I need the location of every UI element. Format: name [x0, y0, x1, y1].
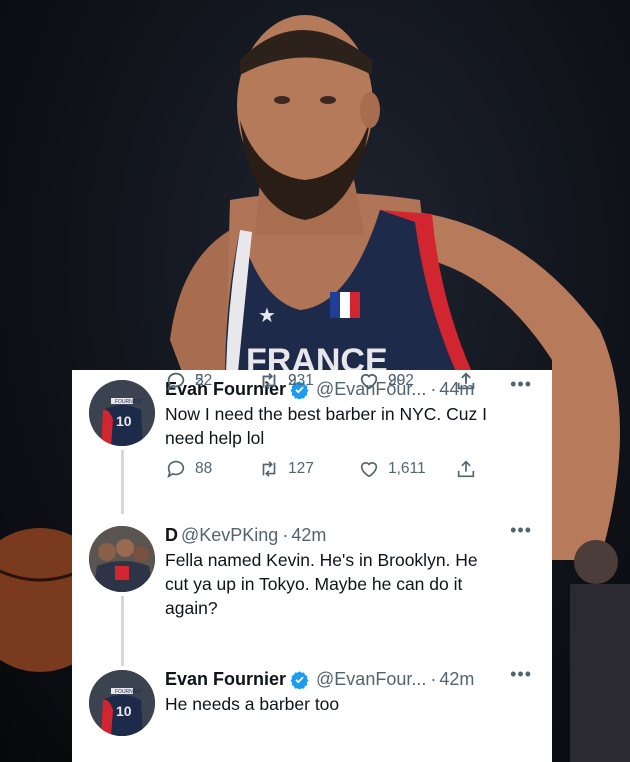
- timestamp[interactable]: 42m: [439, 669, 474, 690]
- handle[interactable]: @EvanFour...: [316, 669, 426, 690]
- reply-count: 88: [195, 460, 213, 477]
- like-count: 902: [388, 372, 414, 389]
- like-icon: [360, 462, 378, 478]
- verified-badge-icon: [290, 670, 309, 689]
- tweet[interactable]: D @KevPKing · 42m ••• Fella named Kevin.…: [72, 510, 552, 666]
- svg-text:FOURNIER: FOURNIER: [115, 689, 142, 695]
- tweet-text: Fella named Kevin. He's in Brooklyn. He …: [165, 550, 478, 618]
- reply-count: 52: [195, 372, 213, 389]
- separator-dot: ·: [282, 524, 289, 545]
- tweet-text: Now I need the best barber in NYC. Cuz I…: [165, 404, 487, 448]
- like-icon: [360, 374, 378, 390]
- avatar-image: [89, 526, 155, 592]
- svg-text:FOURNIER: FOURNIER: [115, 399, 142, 405]
- reply-button[interactable]: 52: [165, 370, 212, 392]
- share-icon: [457, 372, 475, 390]
- reply-button[interactable]: 88: [165, 458, 212, 480]
- share-button[interactable]: [455, 370, 485, 392]
- separator-dot: ·: [430, 668, 437, 689]
- tweet-thread-card: FOURNIER 10 Evan Fournier @EvanFour... ·…: [72, 370, 552, 762]
- share-button[interactable]: [455, 458, 485, 480]
- retweet-count: 231: [288, 372, 314, 389]
- handle[interactable]: @KevPKing: [181, 525, 278, 546]
- share-icon: [457, 460, 475, 478]
- svg-text:10: 10: [116, 703, 132, 719]
- avatar-image: FOURNIER 10: [89, 670, 155, 736]
- retweet-icon: [262, 461, 276, 477]
- brand-logo: ★: [258, 303, 276, 327]
- like-button[interactable]: 902: [358, 370, 414, 392]
- retweet-button[interactable]: 231: [258, 370, 314, 392]
- tweet-header: D @KevPKing · 42m •••: [165, 520, 532, 548]
- retweet-icon: [262, 373, 276, 389]
- thread-connector: [121, 596, 124, 666]
- more-options-icon[interactable]: •••: [510, 520, 532, 541]
- thread-connector: [121, 450, 124, 514]
- tweet[interactable]: FOURNIER 10 Evan Fournier @EvanFour... ·…: [72, 660, 552, 762]
- reply-icon: [167, 460, 185, 479]
- retweet-count: 127: [288, 460, 314, 477]
- like-count: 1,611: [388, 460, 426, 477]
- display-name[interactable]: D: [165, 525, 178, 546]
- retweet-button[interactable]: 127: [258, 458, 314, 480]
- tweet-actions: 52 231 902: [165, 370, 532, 394]
- avatar-image: FOURNIER 10: [89, 380, 155, 446]
- like-button[interactable]: 1,611: [358, 458, 426, 480]
- more-options-icon[interactable]: •••: [510, 664, 532, 685]
- avatar[interactable]: FOURNIER 10: [89, 380, 155, 446]
- tweet-header: Evan Fournier @EvanFour... · 42m •••: [165, 664, 532, 692]
- tweet-text: He needs a barber too: [165, 694, 340, 714]
- reply-icon: [167, 372, 185, 391]
- svg-text:10: 10: [116, 413, 132, 429]
- tweet-actions: 88 127 1,611: [165, 458, 532, 482]
- avatar[interactable]: [89, 526, 155, 592]
- display-name[interactable]: Evan Fournier: [165, 669, 286, 690]
- avatar[interactable]: FOURNIER 10: [89, 670, 155, 736]
- timestamp[interactable]: 42m: [291, 525, 326, 546]
